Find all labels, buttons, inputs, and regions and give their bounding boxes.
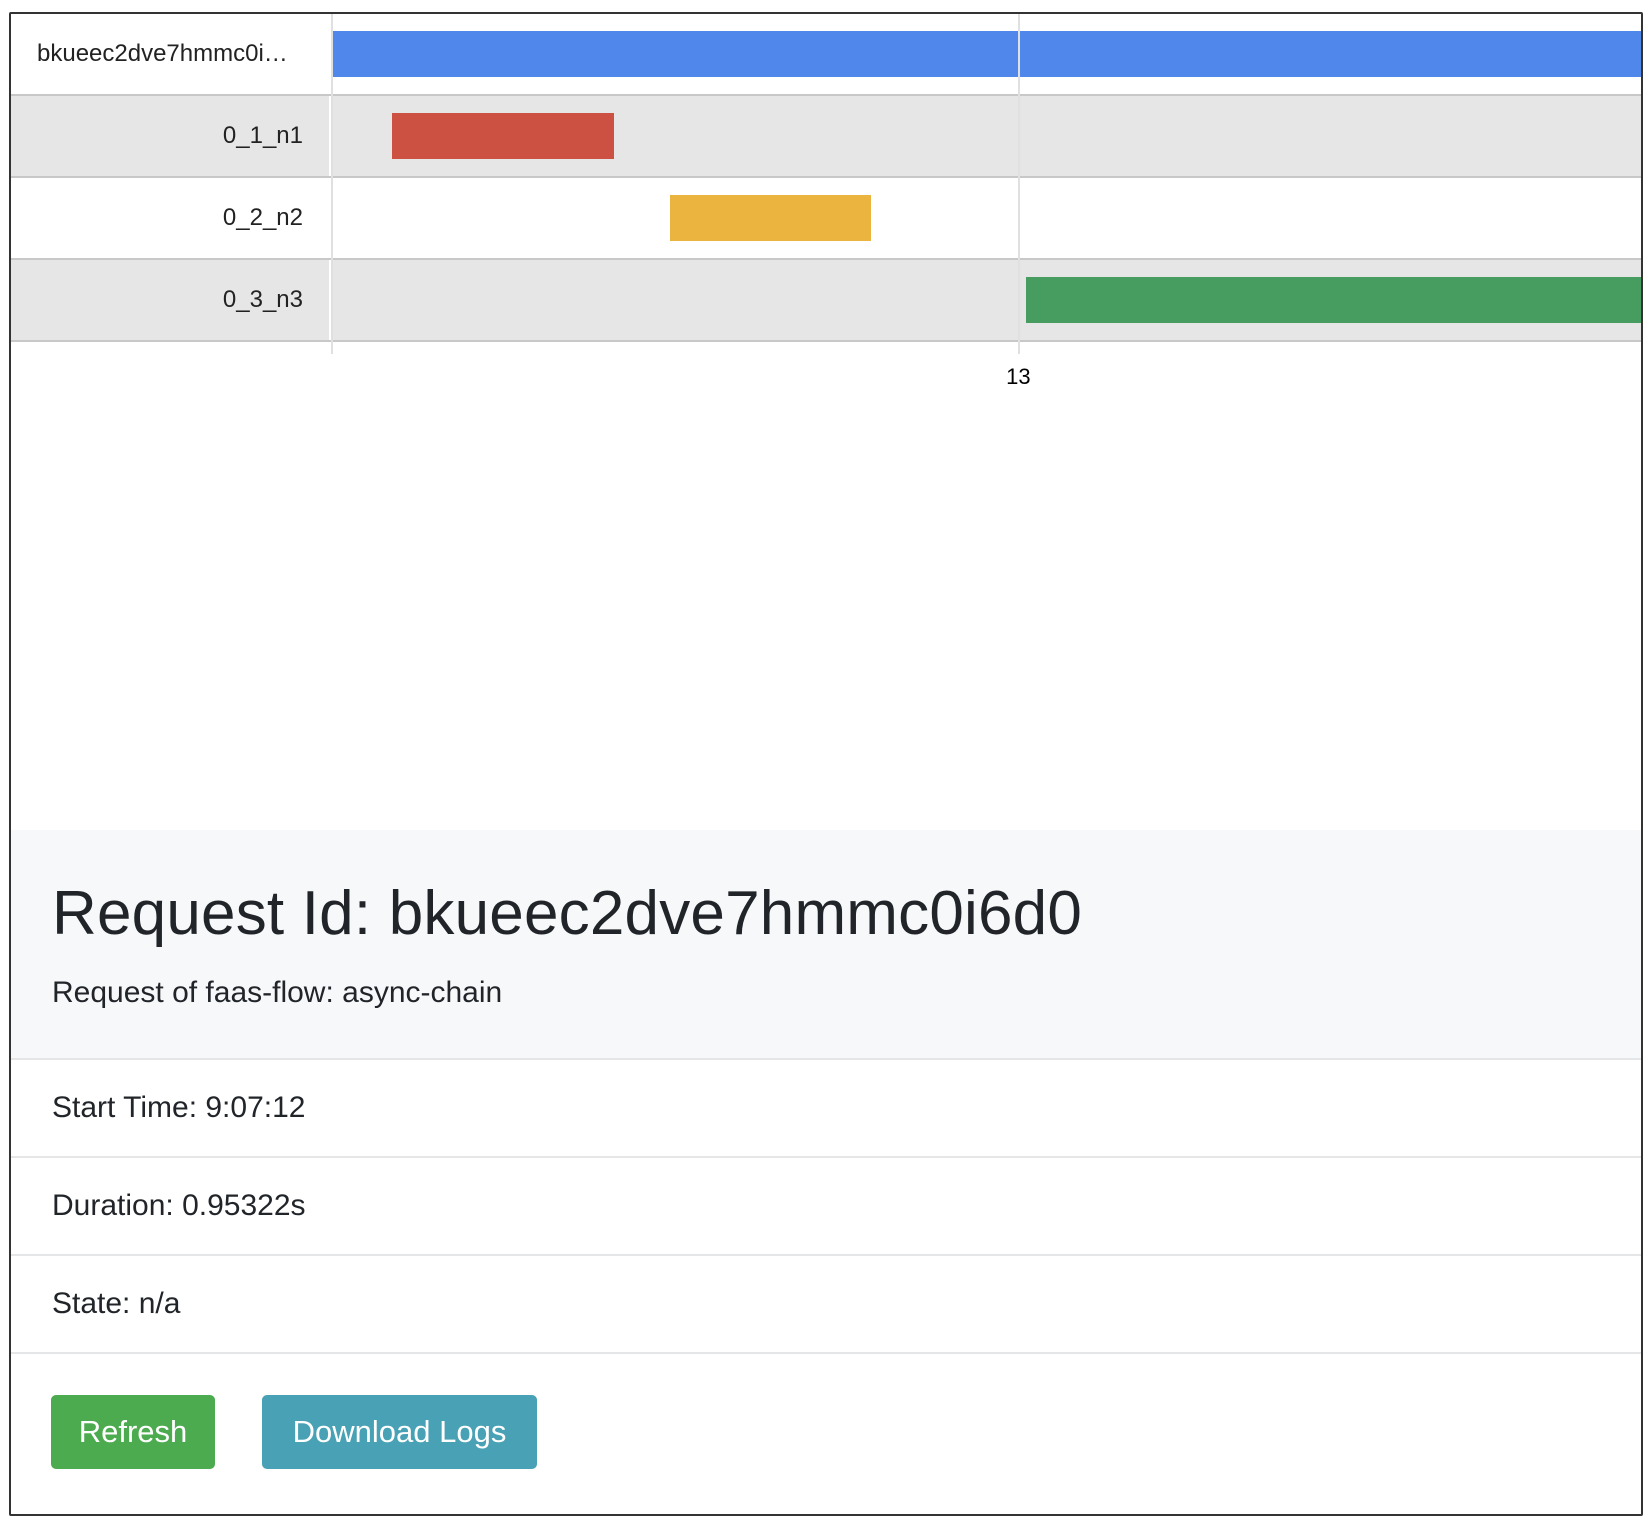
timeline-row: bkueec2dve7hmmc0i…: [11, 14, 1641, 96]
timeline-tick-label: 13: [1006, 364, 1031, 389]
start-time-row: Start Time: 9:07:12: [11, 1060, 1641, 1158]
timeline-row-label: 0_3_n3: [11, 260, 331, 340]
timeline-row-label: bkueec2dve7hmmc0i…: [11, 14, 331, 94]
page-subtitle: Request of faas-flow: async-chain: [52, 976, 503, 1009]
state-row: State: n/a: [11, 1256, 1641, 1354]
timeline-row: 0_1_n1: [11, 96, 1641, 178]
request-header: Request Id: bkueec2dve7hmmc0i6d0 Request…: [11, 830, 1641, 1060]
timeline-bar-n1[interactable]: [391, 113, 615, 159]
timeline-row: 0_3_n3: [11, 260, 1641, 342]
download-logs-button[interactable]: Download Logs: [262, 1395, 537, 1469]
timeline-row: 0_2_n2: [11, 178, 1641, 260]
refresh-button[interactable]: Refresh: [51, 1395, 215, 1469]
timeline-bar-n2[interactable]: [670, 195, 871, 241]
timeline-gridline: [1018, 14, 1021, 354]
label-divider: [331, 14, 333, 354]
timeline-bar-n3[interactable]: [1026, 277, 1641, 323]
timeline-chart: bkueec2dve7hmmc0i… 0_1_n1 0_2_n2 0_3_n3 …: [11, 14, 1641, 389]
timeline-row-label: 0_1_n1: [11, 96, 331, 176]
timeline-bar-request[interactable]: [333, 31, 1641, 77]
request-panel: bkueec2dve7hmmc0i… 0_1_n1 0_2_n2 0_3_n3 …: [9, 12, 1643, 1516]
timeline-row-label: 0_2_n2: [11, 178, 331, 258]
duration-row: Duration: 0.95322s: [11, 1158, 1641, 1256]
page-title: Request Id: bkueec2dve7hmmc0i6d0: [52, 879, 1083, 948]
